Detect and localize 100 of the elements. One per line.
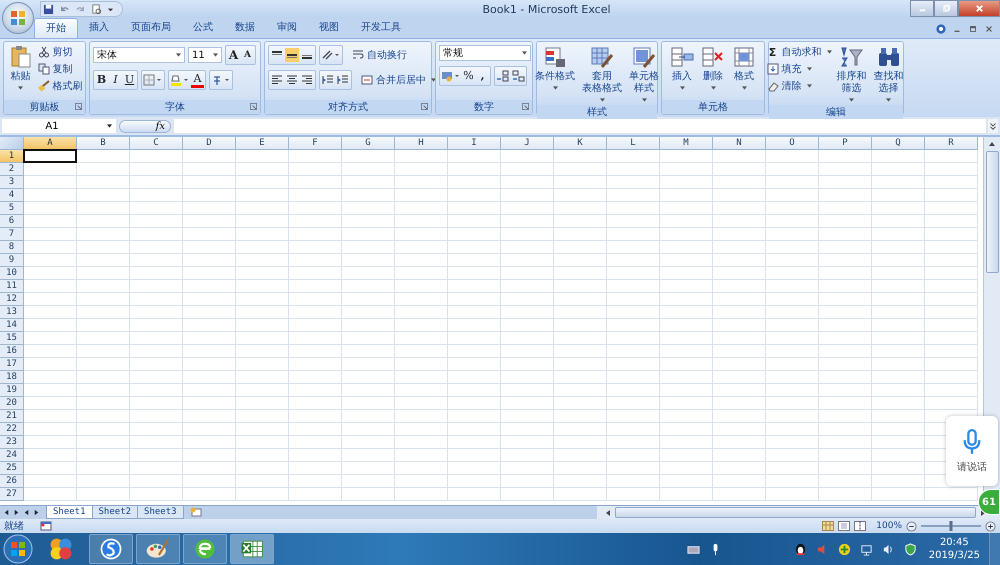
row-header[interactable]: 4	[0, 189, 24, 202]
zoom-in-icon[interactable]	[985, 520, 996, 532]
customize-icon[interactable]	[107, 6, 114, 12]
ribbon-tab[interactable]: 开始	[34, 18, 78, 38]
align-middle-icon[interactable]	[285, 48, 299, 62]
row-header[interactable]: 18	[0, 371, 24, 384]
orientation-icon[interactable]	[321, 49, 341, 61]
minimize-button[interactable]	[910, 0, 934, 17]
start-button[interactable]	[3, 534, 33, 564]
row-header[interactable]: 7	[0, 228, 24, 241]
ribbon-button[interactable]: 查找和 选择	[872, 45, 906, 102]
formula-input[interactable]	[174, 119, 986, 133]
column-header[interactable]: G	[342, 137, 395, 150]
ribbon-button[interactable]: 清除	[766, 79, 832, 93]
row-header[interactable]: 10	[0, 267, 24, 280]
row-header[interactable]: 22	[0, 423, 24, 436]
row-header[interactable]: 16	[0, 345, 24, 358]
font-name-field[interactable]: 宋体	[93, 47, 185, 63]
scroll-thumb[interactable]	[615, 507, 976, 518]
ribbon-button[interactable]: 单元格 样式	[627, 45, 661, 102]
ribbon-button[interactable]: 插入	[668, 45, 696, 90]
increase-indent-icon[interactable]	[336, 73, 350, 87]
ribbon-tab[interactable]: 公式	[182, 18, 224, 37]
ribbon-button[interactable]: 填充	[766, 62, 832, 76]
row-header[interactable]: 24	[0, 449, 24, 462]
comma-button[interactable]: ,	[476, 68, 489, 84]
ribbon-tab[interactable]: 插入	[78, 18, 120, 37]
shield-icon[interactable]	[904, 542, 917, 556]
row-header[interactable]: 12	[0, 293, 24, 306]
expand-icon[interactable]	[988, 119, 998, 133]
column-header[interactable]: B	[77, 137, 130, 150]
merge-center-button[interactable]: 合并后居中	[361, 73, 436, 87]
row-header[interactable]: 2	[0, 163, 24, 176]
dialog-launcher-icon[interactable]	[75, 103, 82, 110]
ribbon-tab[interactable]: 数据	[224, 18, 266, 37]
borders-icon[interactable]	[143, 74, 163, 86]
bold-button[interactable]: B	[95, 72, 108, 88]
column-header[interactable]: A	[24, 137, 77, 150]
insert-function-button[interactable]: fx	[119, 120, 171, 132]
zoom-level[interactable]: 100%	[876, 521, 902, 531]
percent-button[interactable]: %	[462, 68, 475, 84]
ribbon-button[interactable]: 删除	[699, 45, 727, 90]
close-icon[interactable]	[984, 24, 994, 34]
column-header[interactable]: N	[713, 137, 766, 150]
wrap-text-button[interactable]: 自动换行	[352, 48, 407, 62]
column-header[interactable]: E	[236, 137, 289, 150]
row-header[interactable]: 19	[0, 384, 24, 397]
column-header[interactable]: P	[819, 137, 872, 150]
help-icon[interactable]	[936, 24, 946, 34]
restore-icon[interactable]	[968, 24, 978, 34]
column-header[interactable]: M	[660, 137, 713, 150]
row-header[interactable]: 5	[0, 202, 24, 215]
shrink-font-button[interactable]: A	[241, 47, 254, 63]
row-header[interactable]: 17	[0, 358, 24, 371]
sheet-tab[interactable]: Sheet1	[46, 506, 93, 519]
taskbar-button[interactable]	[183, 534, 227, 564]
align-left-icon[interactable]	[270, 73, 284, 87]
decrease-decimal-icon[interactable]	[511, 69, 525, 83]
ribbon-button[interactable]: 剪切	[38, 45, 82, 59]
paste-button[interactable]: 粘贴	[6, 45, 34, 90]
column-header[interactable]: Q	[872, 137, 925, 150]
penguin-icon[interactable]	[794, 542, 807, 556]
row-header[interactable]: 27	[0, 488, 24, 501]
ribbon-tab[interactable]: 审阅	[266, 18, 308, 37]
scroll-thumb[interactable]	[986, 151, 998, 273]
sheet-tab[interactable]: Sheet2	[92, 506, 138, 519]
row-header[interactable]: 26	[0, 475, 24, 488]
page-layout-icon[interactable]	[838, 521, 850, 531]
active-cell[interactable]	[23, 149, 77, 163]
cell-grid[interactable]	[24, 150, 978, 501]
network-icon[interactable]	[860, 542, 873, 556]
taskbar-button[interactable]	[89, 534, 133, 564]
close-button[interactable]	[958, 0, 1000, 17]
row-header[interactable]: 3	[0, 176, 24, 189]
column-header[interactable]: C	[130, 137, 183, 150]
column-header[interactable]: F	[289, 137, 342, 150]
restore-button[interactable]	[934, 0, 958, 17]
taskbar-button[interactable]	[136, 534, 180, 564]
ribbon-tab[interactable]: 页面布局	[120, 18, 182, 37]
italic-button[interactable]: I	[109, 72, 122, 88]
row-header[interactable]: 13	[0, 306, 24, 319]
row-header[interactable]: 8	[0, 241, 24, 254]
colorful-app-icon[interactable]	[48, 536, 74, 562]
column-header[interactable]: O	[766, 137, 819, 150]
print-preview-icon[interactable]	[91, 4, 102, 14]
dialog-launcher-icon[interactable]	[522, 103, 529, 110]
column-header[interactable]: R	[925, 137, 978, 150]
increase-decimal-icon[interactable]	[496, 69, 510, 83]
voice-input-toast[interactable]: 请说话	[946, 416, 998, 486]
align-right-icon[interactable]	[300, 73, 314, 87]
ribbon-tab[interactable]: 视图	[308, 18, 350, 37]
office-button[interactable]	[2, 2, 34, 34]
ribbon-button[interactable]: Σ 自动求和	[766, 45, 832, 59]
row-header[interactable]: 11	[0, 280, 24, 293]
ribbon-button[interactable]: 排序和 筛选	[834, 45, 868, 102]
row-header[interactable]: 25	[0, 462, 24, 475]
macro-record-icon[interactable]	[40, 520, 52, 532]
row-header[interactable]: 9	[0, 254, 24, 267]
page-break-icon[interactable]	[854, 521, 866, 531]
align-center-icon[interactable]	[285, 73, 299, 87]
